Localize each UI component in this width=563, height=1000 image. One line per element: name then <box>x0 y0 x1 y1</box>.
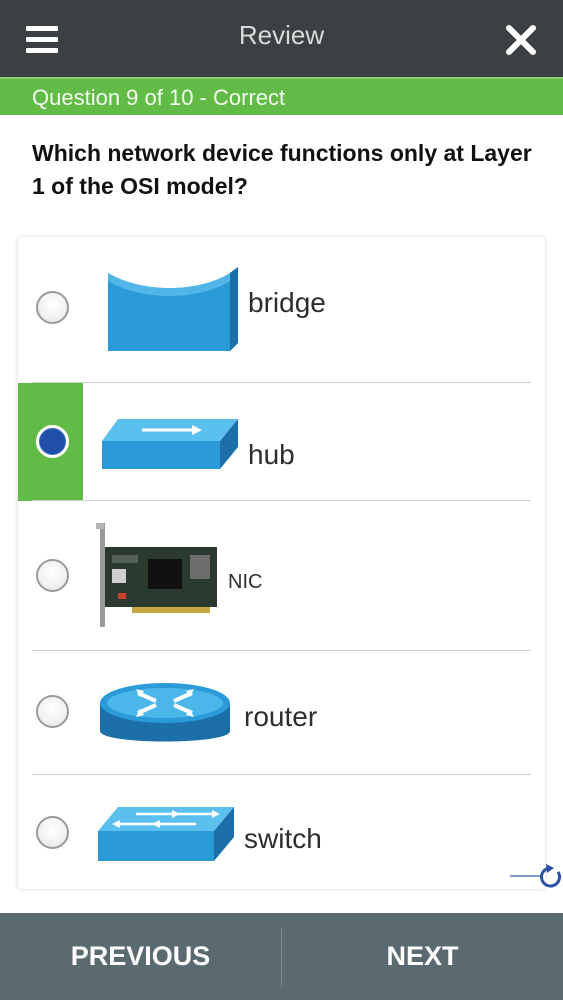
result-status-bar: Question 9 of 10 - Correct <box>0 77 563 115</box>
radio-button-selected[interactable] <box>36 425 69 458</box>
option-switch[interactable]: switch <box>18 775 545 889</box>
question-text: Which network device functions only at L… <box>32 140 532 199</box>
option-label: NIC <box>228 571 263 593</box>
option-hub[interactable]: hub <box>18 383 545 501</box>
previous-button[interactable]: PREVIOUS <box>0 913 281 1000</box>
switch-icon <box>98 807 234 861</box>
radio-button[interactable] <box>36 816 69 849</box>
bridge-icon <box>108 267 238 351</box>
option-label: router <box>244 701 318 732</box>
answer-options-card: bridge hub NIC router switch <box>18 237 545 889</box>
bottom-navigation-bar: PREVIOUS NEXT <box>0 913 563 1000</box>
next-button[interactable]: NEXT <box>282 913 563 1000</box>
option-router[interactable]: router <box>18 651 545 775</box>
hub-icon <box>102 419 238 469</box>
top-bar: Review <box>0 0 563 77</box>
page-title: Review <box>238 20 325 50</box>
option-label: bridge <box>248 287 326 318</box>
option-bridge[interactable]: bridge <box>18 237 545 383</box>
option-label: hub <box>248 439 295 470</box>
radio-button[interactable] <box>36 291 69 324</box>
result-status-text: Question 9 of 10 - Correct <box>32 85 286 110</box>
radio-button[interactable] <box>36 559 69 592</box>
radio-button[interactable] <box>36 695 69 728</box>
option-nic[interactable]: NIC <box>18 501 545 651</box>
refresh-icon[interactable] <box>510 862 563 892</box>
nic-card-icon <box>96 523 217 627</box>
router-icon <box>100 683 230 742</box>
option-label: switch <box>244 823 322 854</box>
close-icon[interactable] <box>501 20 541 60</box>
